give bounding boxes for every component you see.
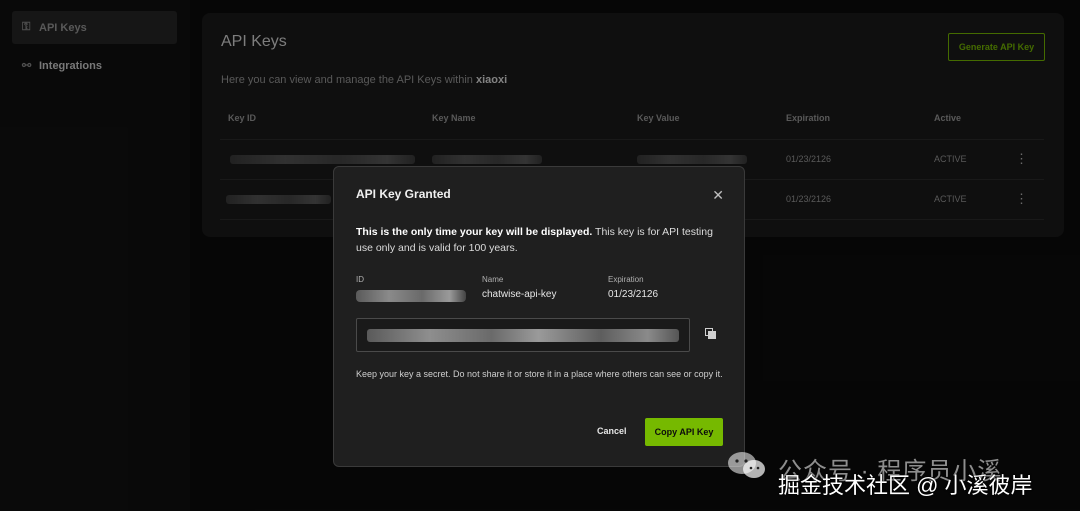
dialog-title: API Key Granted: [356, 187, 451, 201]
redacted-key-id: [356, 290, 466, 302]
copy-api-key-button[interactable]: Copy API Key: [645, 418, 723, 446]
close-icon[interactable]: ✕: [712, 187, 724, 204]
copy-icon[interactable]: [705, 328, 716, 339]
wechat-logo-icon: [728, 452, 765, 478]
name-label: Name: [482, 275, 504, 284]
watermark-line-2: 掘金技术社区 @ 小溪彼岸: [778, 473, 1033, 498]
security-note: Keep your key a secret. Do not share it …: [356, 369, 723, 379]
dialog-message-bold: This is the only time your key will be d…: [356, 226, 593, 238]
cancel-button[interactable]: Cancel: [597, 426, 627, 436]
name-value: chatwise-api-key: [482, 289, 557, 300]
redacted-api-key: [367, 329, 679, 342]
api-key-granted-dialog: API Key Granted ✕ This is the only time …: [333, 166, 745, 467]
dialog-message: This is the only time your key will be d…: [356, 224, 716, 256]
expiration-label: Expiration: [608, 275, 644, 284]
api-key-field[interactable]: [356, 318, 690, 352]
expiration-value: 01/23/2126: [608, 289, 659, 300]
id-label: ID: [356, 275, 364, 284]
